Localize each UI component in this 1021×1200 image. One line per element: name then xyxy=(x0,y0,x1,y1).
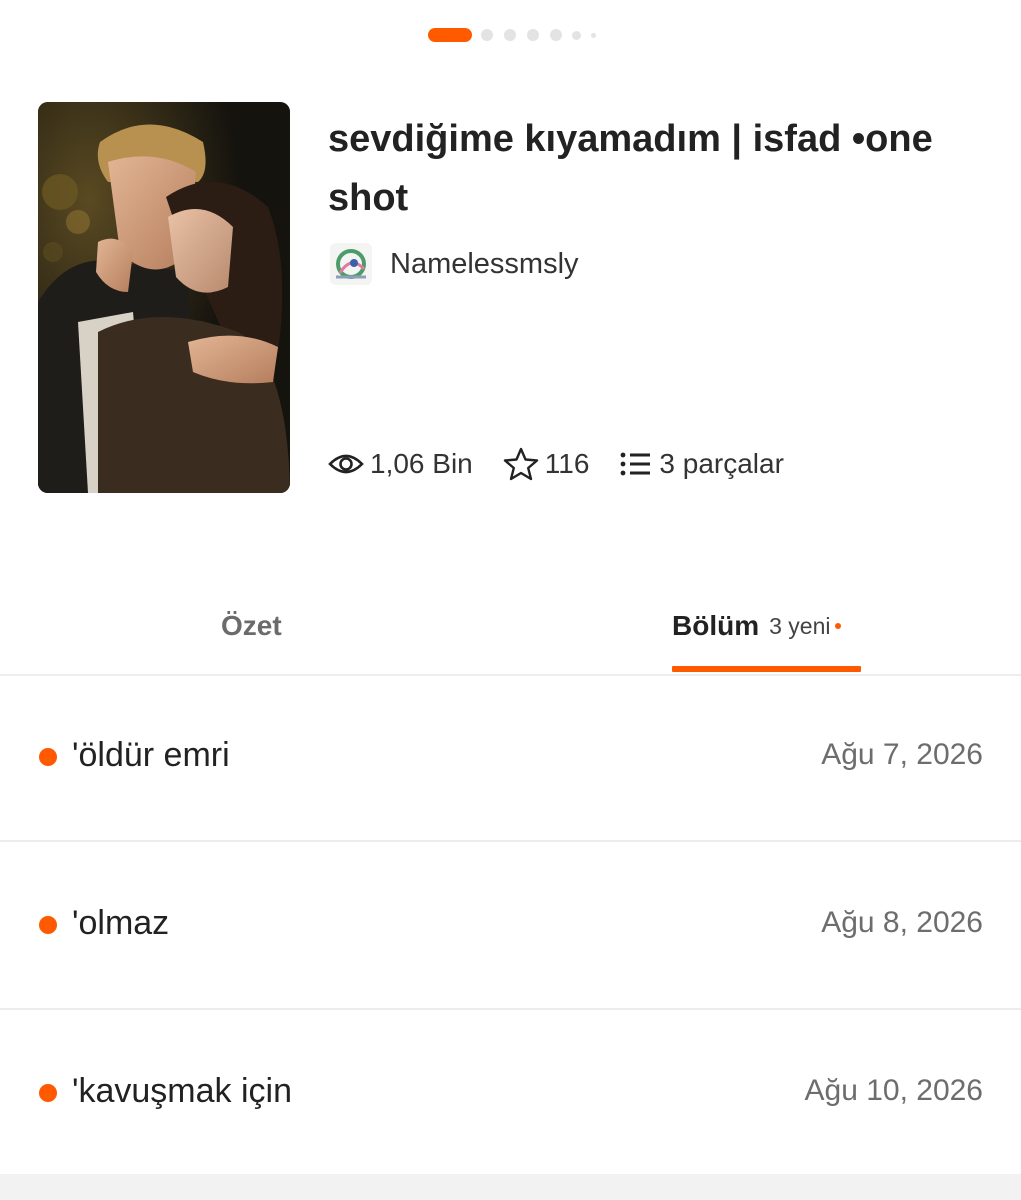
parts-stat: 3 parçalar xyxy=(619,448,784,480)
pager-dot[interactable] xyxy=(504,29,516,41)
part-date: Ağu 8, 2026 xyxy=(821,906,983,939)
story-detail-page: sevdiğime kıyamadım | isfad •one shot Na… xyxy=(0,0,1021,1200)
part-title: 'kavuşmak için xyxy=(72,1072,293,1110)
story-cover-image[interactable] xyxy=(38,102,290,493)
cover-carousel-indicator xyxy=(0,27,1021,43)
star-icon xyxy=(503,447,538,481)
pager-dot[interactable] xyxy=(591,33,596,38)
pager-dot[interactable] xyxy=(527,29,539,41)
part-date: Ağu 7, 2026 xyxy=(821,738,983,771)
list-icon xyxy=(620,452,651,476)
parts-count: 3 parçalar xyxy=(659,448,784,479)
pager-dot-active[interactable] xyxy=(428,28,472,42)
new-indicator-dot xyxy=(835,623,842,629)
active-tab-indicator xyxy=(672,666,861,672)
votes-stat: 116 xyxy=(503,447,590,481)
reads-count: 1,06 Bin xyxy=(370,448,473,479)
part-row[interactable]: 'öldür emri Ağu 7, 2026 xyxy=(0,674,1021,842)
part-title: 'öldür emri xyxy=(72,736,230,774)
cover-illustration xyxy=(38,102,290,493)
bottom-divider xyxy=(0,1174,1021,1200)
part-title: 'olmaz xyxy=(72,904,170,942)
reads-stat: 1,06 Bin xyxy=(328,448,473,480)
story-stats: 1,06 Bin 116 3 parçalar xyxy=(328,441,814,487)
unread-dot xyxy=(39,1084,57,1102)
part-row[interactable]: 'olmaz Ağu 8, 2026 xyxy=(0,842,1021,1010)
votes-count: 116 xyxy=(544,448,590,479)
pager-dot[interactable] xyxy=(481,29,493,41)
tab-parts-label: Bölüm xyxy=(672,610,760,641)
eye-icon xyxy=(328,454,364,474)
unread-dot xyxy=(39,916,57,934)
part-row[interactable]: 'kavuşmak için Ağu 10, 2026 xyxy=(0,1010,1021,1176)
parts-list: 'öldür emri Ağu 7, 2026 'olmaz Ağu 8, 20… xyxy=(0,674,1021,1176)
unread-dot xyxy=(39,748,57,766)
author-avatar xyxy=(330,243,372,285)
author-link[interactable]: Namelessmsly xyxy=(330,242,579,286)
new-parts-count: 3 yeni xyxy=(769,612,831,639)
tab-summary[interactable]: Özet xyxy=(221,596,282,656)
pager-dot[interactable] xyxy=(550,29,562,41)
story-tabs: Özet Bölüm 3 yeni xyxy=(0,580,1021,676)
avatar-image xyxy=(330,243,372,285)
author-name[interactable]: Namelessmsly xyxy=(390,248,579,281)
part-date: Ağu 10, 2026 xyxy=(804,1074,984,1107)
pager-dot[interactable] xyxy=(572,31,581,40)
story-title: sevdiğime kıyamadım | isfad •one shot xyxy=(328,118,933,219)
tab-parts[interactable]: Bölüm 3 yeni xyxy=(672,596,842,656)
